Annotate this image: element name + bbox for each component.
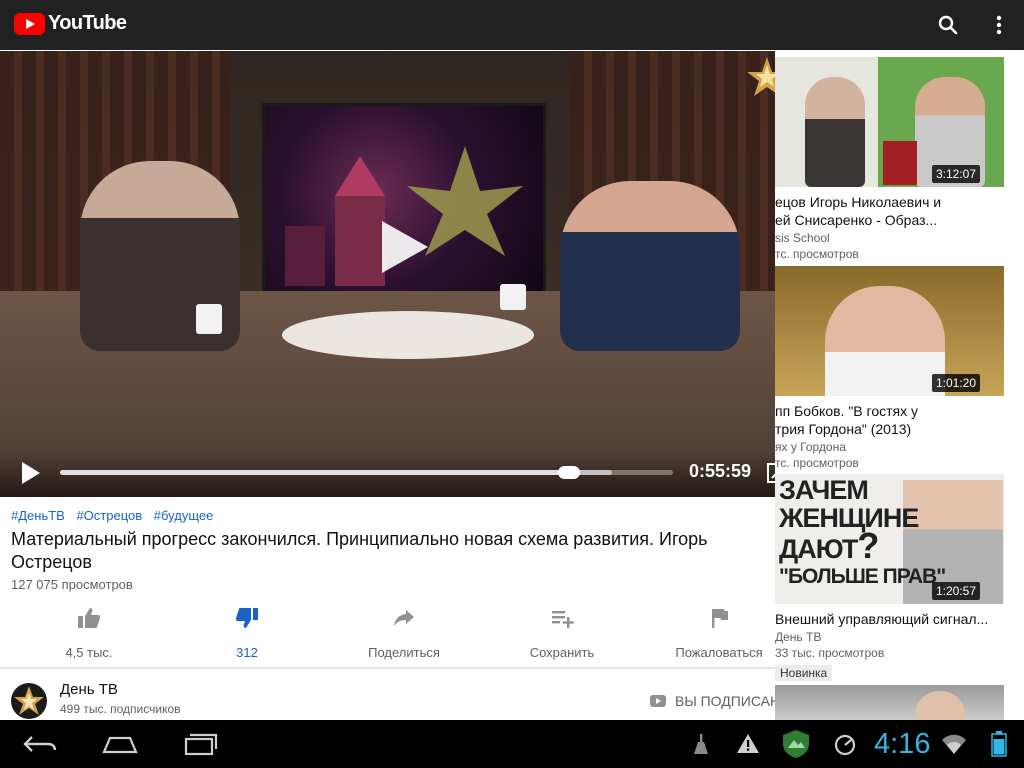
table-center-disc	[282, 311, 534, 359]
subscriber-count: 499 тыс. подписчиков	[60, 702, 181, 716]
system-nav-bar: 4:16	[0, 720, 1024, 768]
share-button[interactable]: Поделиться	[334, 607, 474, 660]
thumb-person	[825, 286, 945, 396]
video-thumbnail[interactable]: 1:01:20	[775, 266, 1004, 396]
related-video-card[interactable]: 3:12:07 ецов Игорь Николаевич и ей Сниса…	[775, 57, 1024, 267]
seek-thumb[interactable]	[557, 466, 580, 479]
video-duration: 3:12:07	[931, 165, 980, 183]
related-title-line: ецов Игорь Николаевич и	[775, 194, 942, 210]
mug-right	[500, 284, 526, 310]
related-title-line: ей Снисаренко - Образ...	[775, 212, 938, 228]
playlist-add-icon	[552, 611, 574, 628]
thumb-up-icon	[78, 608, 101, 628]
wifi-icon[interactable]	[940, 732, 968, 756]
like-count: 4,5 тыс.	[65, 645, 113, 660]
cleaner-icon[interactable]	[690, 732, 712, 756]
thumb-person-left	[805, 77, 865, 187]
player-controls: 0:55:59	[0, 451, 810, 497]
back-icon[interactable]	[22, 732, 58, 756]
play-button[interactable]	[22, 462, 40, 484]
channel-avatar[interactable]	[11, 683, 47, 719]
gauge-icon[interactable]	[832, 732, 858, 756]
related-views: тс. просмотров	[775, 247, 859, 261]
youtube-mini-icon	[650, 695, 666, 707]
divider	[0, 667, 775, 669]
new-badge: Новинка	[775, 665, 833, 681]
report-button[interactable]: Пожаловаться	[649, 607, 789, 660]
channel-logo-icon	[14, 686, 44, 715]
related-title-line: Внешний управляющий сигнал...	[775, 611, 989, 627]
dislike-button[interactable]: 312	[177, 607, 317, 660]
video-duration: 1:20:57	[931, 582, 980, 600]
thumb-down-icon	[235, 608, 258, 628]
save-label: Сохранить	[529, 645, 595, 660]
view-count: 127 075 просмотров	[11, 577, 133, 592]
share-icon	[394, 610, 414, 626]
related-title-line: трия Гордона" (2013)	[775, 421, 912, 437]
thumb-person	[915, 691, 965, 720]
youtube-wordmark: YouTube	[48, 12, 127, 34]
search-icon[interactable]	[936, 13, 960, 37]
related-views: тс. просмотров	[775, 456, 859, 470]
report-label: Пожаловаться	[675, 645, 763, 660]
related-videos: 3:12:07 ецов Игорь Николаевич и ей Сниса…	[775, 51, 1024, 720]
action-bar: 4,5 тыс. 312 Поделиться Сохранить Пожало…	[0, 607, 775, 660]
hashtag-link[interactable]: #будущее	[154, 508, 214, 523]
video-duration: 1:01:20	[931, 374, 980, 392]
video-info: #ДеньТВ #Острецов #будущее Материальный …	[0, 497, 793, 720]
related-channel: День ТВ	[775, 630, 822, 644]
share-label: Поделиться	[368, 645, 440, 660]
recents-icon[interactable]	[182, 732, 220, 756]
home-icon[interactable]	[100, 732, 140, 756]
top-app-bar: YouTube	[0, 0, 1024, 50]
video-player[interactable]: 0:55:59	[0, 51, 810, 497]
guest-right	[560, 181, 740, 351]
system-clock: 4:16	[874, 728, 931, 760]
like-button[interactable]: 4,5 тыс.	[19, 607, 159, 660]
related-title-line: пп Бобков. "В гостях у	[775, 403, 918, 419]
dislike-count: 312	[236, 645, 258, 660]
more-vert-icon[interactable]	[987, 13, 1011, 37]
warning-icon[interactable]	[736, 732, 760, 756]
hashtag-list: #ДеньТВ #Острецов #будущее	[11, 508, 221, 523]
related-views: 33 тыс. просмотров	[775, 646, 885, 660]
related-channel: sis School	[775, 231, 830, 245]
video-thumbnail[interactable]: ЗАЧЕМ ЖЕНЩИНЕ ДАЮТ? "БОЛЬШЕ ПРАВ" 1:20:5…	[775, 474, 1004, 604]
hashtag-link[interactable]: #ДеньТВ	[11, 508, 65, 523]
related-video-card[interactable]: 1:01:20 пп Бобков. "В гостях у трия Горд…	[775, 266, 1024, 476]
flag-icon	[712, 609, 728, 628]
youtube-logo-icon	[14, 12, 45, 35]
subscribed-button[interactable]: ВЫ ПОДПИСАНЫ	[650, 693, 793, 709]
security-shield-icon[interactable]	[780, 728, 812, 760]
video-title[interactable]: Материальный прогресс закончился. Принци…	[11, 528, 771, 574]
time-display: 0:55:59	[689, 461, 752, 481]
channel-name[interactable]: День ТВ	[60, 681, 118, 698]
related-video-card[interactable]	[775, 685, 1024, 720]
thumb-book	[883, 141, 917, 185]
battery-icon[interactable]	[990, 730, 1008, 758]
related-channel: ях у Гордона	[775, 440, 846, 454]
seek-bar[interactable]	[60, 466, 673, 479]
video-thumbnail[interactable]: 3:12:07	[775, 57, 1004, 187]
played-bar	[60, 470, 569, 475]
mug-left	[196, 304, 222, 334]
related-video-card[interactable]: ЗАЧЕМ ЖЕНЩИНЕ ДАЮТ? "БОЛЬШЕ ПРАВ" 1:20:5…	[775, 474, 1024, 684]
center-play-icon[interactable]	[382, 221, 428, 273]
save-button[interactable]: Сохранить	[492, 607, 632, 660]
thumb-caption: ЗАЧЕМ ЖЕНЩИНЕ ДАЮТ? "БОЛЬШЕ ПРАВ"	[779, 475, 946, 588]
hashtag-link[interactable]: #Острецов	[76, 508, 142, 523]
video-thumbnail[interactable]	[775, 685, 1004, 720]
youtube-logo[interactable]: YouTube	[14, 12, 127, 35]
